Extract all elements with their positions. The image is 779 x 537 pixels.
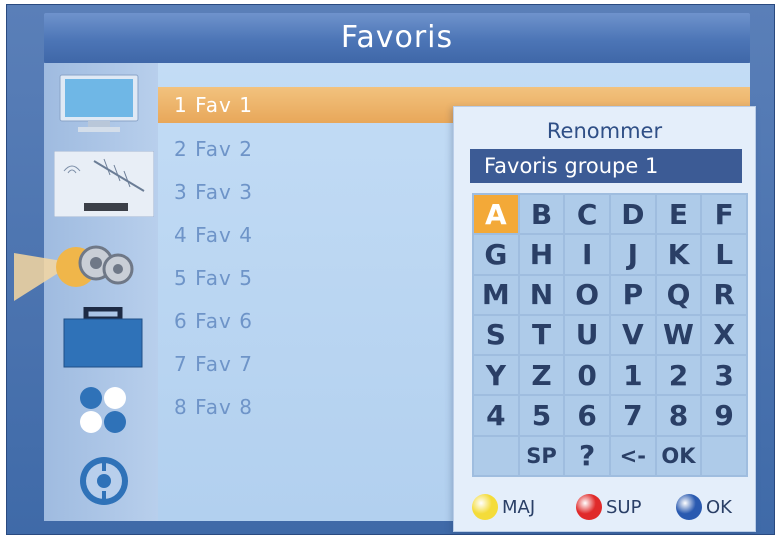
keyboard-key[interactable]: 7 — [611, 396, 655, 435]
keyboard-key[interactable]: N — [519, 275, 564, 314]
keyboard-key[interactable]: F — [702, 195, 746, 234]
blue-button-icon — [676, 494, 702, 520]
keyboard-key[interactable]: U — [565, 315, 609, 355]
menu-icon-column — [14, 63, 158, 521]
keyboard-key[interactable]: P — [611, 275, 655, 314]
keyboard-key[interactable]: V — [611, 315, 655, 355]
keyboard-key[interactable]: C — [565, 195, 609, 234]
keyboard-key[interactable]: 6 — [565, 396, 609, 435]
tv-icon[interactable] — [58, 73, 140, 135]
keyboard-key-blank — [702, 436, 746, 475]
legend-maj[interactable]: MAJ — [472, 493, 535, 521]
rename-dialog: Renommer Favoris groupe 1 ABCDEF GHIJKL MN… — [453, 106, 756, 532]
name-input[interactable]: Favoris groupe 1 — [470, 149, 742, 183]
keyboard-key[interactable]: M — [474, 275, 518, 314]
keyboard-key[interactable]: H — [519, 235, 564, 274]
keyboard-key[interactable]: 5 — [519, 396, 564, 435]
keyboard-key[interactable]: Z — [519, 356, 564, 395]
virtual-keyboard: A B C D E F G H I J K L M N O P Q R S T U V W X Y Z 0 1 2 3 4 5 6 7 8 9 SP? <… — [472, 193, 748, 477]
keyboard-key[interactable]: <- — [611, 436, 655, 475]
keyboard-key[interactable]: I — [565, 235, 609, 274]
header-bar: Favoris — [44, 13, 750, 63]
keyboard-key[interactable]: W — [656, 315, 701, 355]
keyboard-key[interactable]: S — [474, 315, 518, 355]
keyboard-key[interactable]: J — [611, 235, 655, 274]
keyboard-key[interactable]: Q — [656, 275, 701, 314]
keyboard-key-blank — [474, 436, 518, 475]
keyboard-key[interactable]: B — [519, 195, 564, 234]
red-button-icon — [576, 494, 602, 520]
keyboard-key[interactable]: L — [702, 235, 746, 274]
key-legend: MAJ SUP OK — [472, 493, 748, 521]
keyboard-key[interactable]: 0 — [565, 356, 609, 395]
keyboard-key[interactable]: OK — [656, 436, 701, 475]
briefcase-icon[interactable] — [62, 306, 144, 369]
keyboard-key[interactable]: A — [474, 195, 518, 234]
tv-screen: Favoris 1 Fav 1 2 Fav 2 3 Fav 3 4 Fav 4 … — [6, 4, 775, 535]
keyboard-key[interactable]: 2 — [656, 356, 701, 395]
keyboard-key[interactable]: E — [656, 195, 701, 234]
legend-label: SUP — [606, 496, 642, 518]
film-reel-icon[interactable] — [78, 455, 130, 507]
yellow-button-icon — [472, 494, 498, 520]
keyboard-key[interactable]: X — [702, 315, 746, 355]
keyboard-key[interactable]: G — [474, 235, 518, 274]
legend-ok[interactable]: OK — [676, 493, 732, 521]
page-title: Favoris — [340, 20, 454, 55]
keyboard-key[interactable]: D — [611, 195, 655, 234]
keyboard-key[interactable]: 4 — [474, 396, 518, 435]
keyboard-key[interactable]: T — [519, 315, 564, 355]
keyboard-key[interactable]: SP — [519, 436, 564, 475]
legend-label: MAJ — [502, 496, 536, 518]
dialog-title: Renommer — [546, 119, 663, 143]
gear-icon[interactable] — [14, 233, 154, 303]
antenna-icon[interactable] — [53, 150, 155, 218]
keyboard-key[interactable]: ? — [565, 436, 609, 475]
dots-icon[interactable] — [78, 385, 128, 435]
keyboard-key[interactable]: R — [702, 275, 746, 314]
keyboard-key[interactable]: 3 — [702, 356, 746, 395]
legend-sup[interactable]: SUP — [576, 493, 641, 521]
keyboard-key[interactable]: K — [656, 235, 701, 274]
keyboard-key[interactable]: Y — [474, 356, 518, 395]
keyboard-key[interactable]: 9 — [702, 396, 746, 435]
keyboard-key[interactable]: 8 — [656, 396, 701, 435]
legend-label: OK — [706, 496, 732, 518]
keyboard-key[interactable]: 1 — [611, 356, 655, 395]
keyboard-key[interactable]: O — [565, 275, 609, 314]
